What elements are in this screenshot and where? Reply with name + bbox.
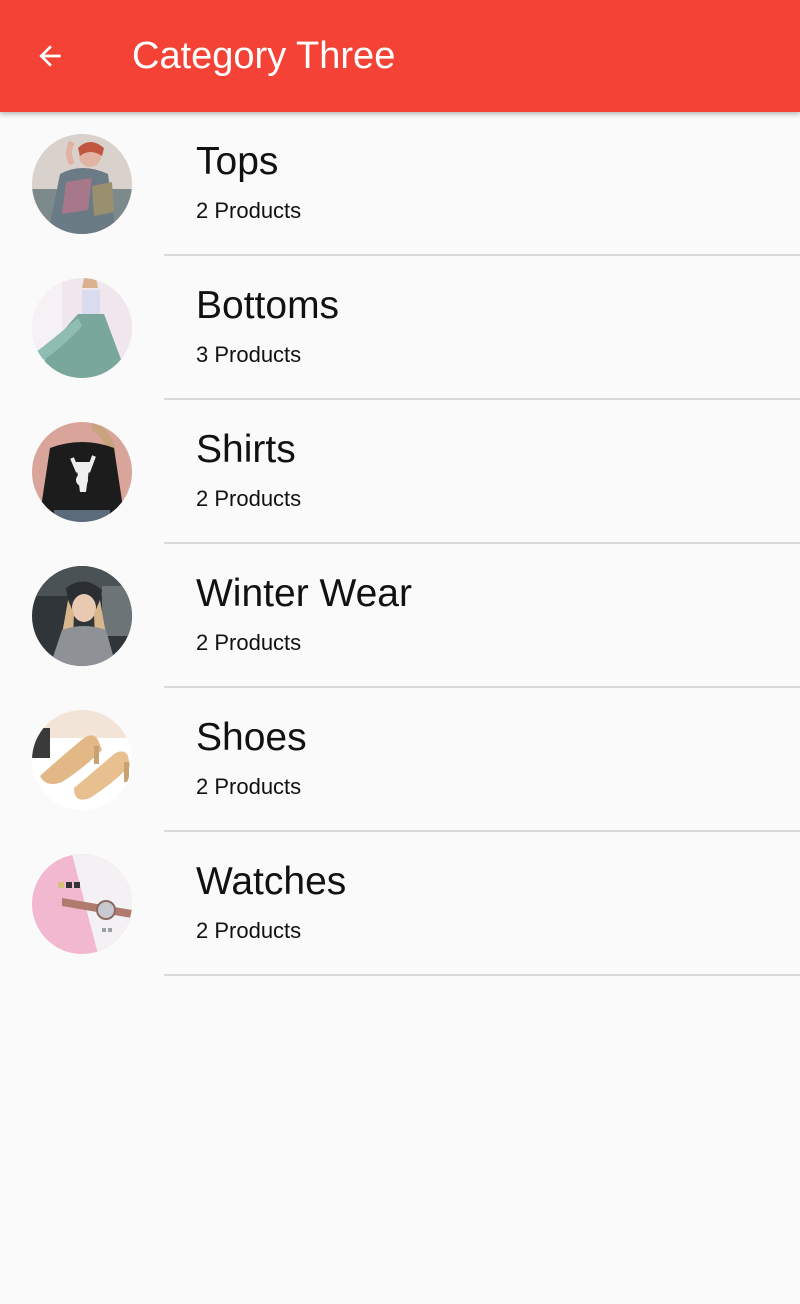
category-image-winter-wear (32, 566, 132, 666)
product-count: 2 Products (196, 198, 302, 223)
category-row-winter-wear[interactable]: Winter Wear 2 Products (0, 544, 800, 688)
category-image-bottoms (32, 278, 132, 378)
category-row-shirts[interactable]: Shirts 2 Products (0, 400, 800, 544)
page-title: Category Three (132, 35, 396, 77)
back-button[interactable] (22, 28, 78, 84)
category-row-bottoms[interactable]: Bottoms 3 Products (0, 256, 800, 400)
category-name: Winter Wear (196, 572, 412, 615)
category-name: Watches (196, 860, 347, 903)
product-count: 3 Products (196, 342, 302, 367)
category-row-tops[interactable]: Tops 2 Products (0, 112, 800, 256)
app-bar: Category Three (0, 0, 800, 112)
product-count: 2 Products (196, 774, 302, 799)
category-name: Tops (196, 140, 279, 183)
product-count: 2 Products (196, 918, 302, 943)
category-image-shoes (32, 710, 132, 810)
category-image-tops (32, 134, 132, 234)
product-count: 2 Products (196, 486, 302, 511)
divider (164, 974, 800, 976)
category-name: Shirts (196, 428, 296, 471)
product-count: 2 Products (196, 630, 302, 655)
category-name: Shoes (196, 716, 307, 759)
category-row-watches[interactable]: Watches 2 Products (0, 832, 800, 976)
category-image-shirts (32, 422, 132, 522)
category-row-shoes[interactable]: Shoes 2 Products (0, 688, 800, 832)
category-name: Bottoms (196, 284, 340, 327)
category-image-watches (32, 854, 132, 954)
arrow-back-icon (39, 45, 61, 67)
category-list: Tops 2 Products Bottoms 3 Products Shirt… (0, 112, 800, 976)
